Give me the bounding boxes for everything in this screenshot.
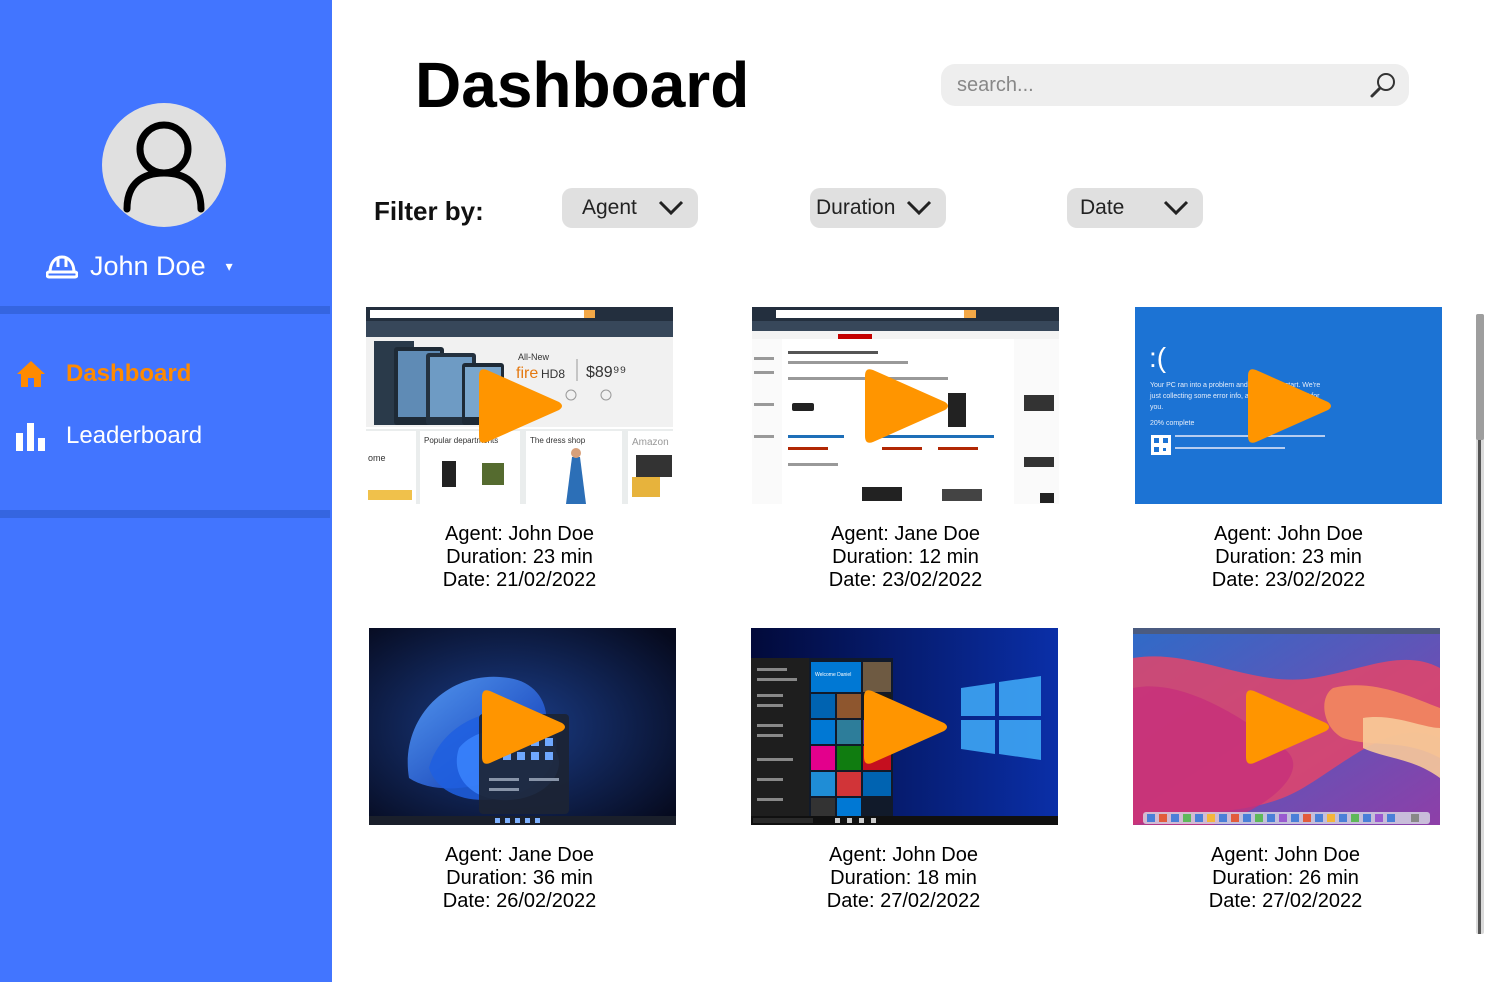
recording-card[interactable]: Welcome Daniel Agent: John Doe Duration:… — [751, 628, 1061, 913]
duration-text: Duration: 26 min — [1212, 867, 1359, 889]
scrollbar-thumb[interactable] — [1476, 314, 1484, 440]
user-name: John Doe — [90, 250, 206, 281]
duration-text: Duration: 18 min — [830, 867, 977, 889]
play-icon[interactable] — [475, 366, 565, 446]
promo-text: All-New — [518, 352, 550, 362]
play-icon[interactable] — [860, 687, 950, 767]
play-icon[interactable] — [1242, 687, 1332, 767]
filter-agent-dropdown[interactable]: Agent — [562, 188, 698, 228]
recording-card[interactable]: All-New fire HD8 $89⁹⁹ ome Popular depar… — [366, 307, 676, 592]
play-icon[interactable] — [1244, 366, 1334, 446]
avatar[interactable] — [102, 103, 226, 227]
chevron-down-icon: ▾ — [225, 257, 233, 274]
home-icon — [16, 358, 46, 390]
agent-text: Agent: Jane Doe — [831, 523, 980, 545]
sidebar-item-label: Leaderboard — [66, 422, 203, 449]
chevron-down-icon — [658, 200, 684, 216]
filter-date-dropdown[interactable]: Date — [1067, 188, 1203, 228]
recording-details: Agent: Jane Doe Duration: 12 min Date: 2… — [752, 523, 1059, 592]
play-icon[interactable] — [861, 366, 951, 446]
recording-details: Agent: Jane Doe Duration: 36 min Date: 2… — [366, 844, 673, 913]
sidebar-divider — [0, 510, 330, 518]
recording-card[interactable]: Agent: John Doe Duration: 26 min Date: 2… — [1133, 628, 1443, 913]
duration-text: Duration: 36 min — [446, 867, 593, 889]
filter-label: Filter by: — [374, 196, 484, 226]
agent-text: Agent: John Doe — [829, 844, 978, 866]
user-icon — [123, 121, 205, 213]
win10-text: Welcome Daniel — [815, 672, 851, 678]
promo-price: $89⁹⁹ — [586, 364, 626, 381]
video-thumbnail[interactable]: :( Your PC ran into a problem and needs … — [1135, 307, 1442, 504]
agent-text: Agent: John Doe — [445, 523, 594, 545]
bsod-text: you. — [1150, 404, 1163, 411]
dropdown-label: Agent — [582, 196, 637, 219]
video-thumbnail[interactable] — [752, 307, 1059, 504]
scrollbar-line — [1478, 440, 1481, 934]
sidebar-item-label: Dashboard — [66, 360, 192, 387]
dropdown-label: Duration — [816, 196, 896, 219]
video-thumbnail[interactable]: Welcome Daniel — [751, 628, 1058, 825]
sidebar-item-dashboard[interactable]: Dashboard — [16, 354, 191, 394]
agent-text: Agent: Jane Doe — [445, 844, 594, 866]
agent-text: Agent: John Doe — [1211, 844, 1360, 866]
recording-details: Agent: John Doe Duration: 18 min Date: 2… — [750, 844, 1057, 913]
promo-text: Amazon — [632, 437, 669, 448]
filter-duration-dropdown[interactable]: Duration — [810, 188, 946, 228]
user-menu[interactable]: John Doe ▾ — [46, 246, 233, 286]
video-thumbnail[interactable]: All-New fire HD8 $89⁹⁹ ome Popular depar… — [366, 307, 673, 504]
search-icon[interactable] — [1369, 71, 1397, 99]
video-thumbnail[interactable] — [369, 628, 676, 825]
bar-chart-icon — [16, 420, 46, 452]
search-bar — [941, 64, 1409, 106]
duration-text: Duration: 23 min — [1215, 546, 1362, 568]
recording-card[interactable]: Agent: Jane Doe Duration: 36 min Date: 2… — [369, 628, 679, 913]
recording-card[interactable]: Agent: Jane Doe Duration: 12 min Date: 2… — [752, 307, 1062, 592]
search-input[interactable] — [941, 64, 1361, 106]
date-text: Date: 27/02/2022 — [826, 890, 981, 912]
page-title: Dashboard — [415, 49, 750, 121]
recording-details: Agent: John Doe Duration: 26 min Date: 2… — [1132, 844, 1439, 913]
date-text: Date: 23/02/2022 — [1211, 569, 1366, 591]
chevron-down-icon — [906, 200, 932, 216]
play-icon[interactable] — [478, 687, 568, 767]
date-text: Date: 21/02/2022 — [442, 569, 597, 591]
recording-details: Agent: John Doe Duration: 23 min Date: 2… — [366, 523, 673, 592]
recording-card[interactable]: :( Your PC ran into a problem and needs … — [1135, 307, 1445, 592]
dropdown-label: Date — [1080, 196, 1125, 219]
duration-text: Duration: 23 min — [446, 546, 593, 568]
duration-text: Duration: 12 min — [832, 546, 979, 568]
bsod-text: 20% complete — [1150, 420, 1194, 427]
agent-text: Agent: John Doe — [1214, 523, 1363, 545]
date-text: Date: 26/02/2022 — [442, 890, 597, 912]
recording-details: Agent: John Doe Duration: 23 min Date: 2… — [1135, 523, 1442, 592]
date-text: Date: 27/02/2022 — [1208, 890, 1363, 912]
sidebar: John Doe ▾ Dashboard Leaderboard — [0, 0, 332, 982]
hard-hat-icon — [46, 255, 78, 279]
bsod-face: :( — [1149, 342, 1167, 373]
sidebar-divider — [0, 306, 330, 314]
sidebar-item-leaderboard[interactable]: Leaderboard — [16, 416, 202, 456]
date-text: Date: 23/02/2022 — [828, 569, 983, 591]
promo-text: ome — [368, 453, 386, 463]
video-thumbnail[interactable] — [1133, 628, 1440, 825]
chevron-down-icon — [1163, 200, 1189, 216]
